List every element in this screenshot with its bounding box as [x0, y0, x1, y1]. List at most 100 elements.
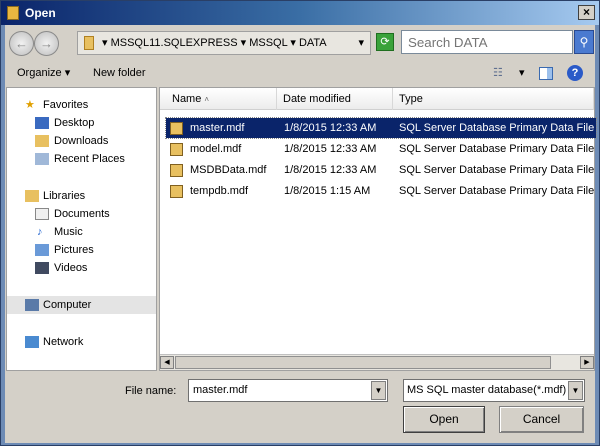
help-icon[interactable]: ? — [567, 65, 583, 81]
view-dropdown-icon[interactable]: ▾ — [519, 59, 525, 87]
close-button[interactable]: × — [578, 5, 595, 20]
database-file-icon — [170, 185, 183, 198]
column-header-type[interactable]: Type — [393, 88, 594, 110]
star-icon: ★ — [25, 99, 35, 111]
chevron-down-icon[interactable]: ▼ — [371, 381, 386, 400]
navigation-pane: ★ Favorites Desktop Downloads Recent Plac… — [6, 87, 157, 371]
scroll-right-icon[interactable]: ▶ — [580, 356, 594, 369]
sidebar-item-favorites[interactable]: ★ Favorites — [7, 96, 156, 114]
sidebar-label: Network — [43, 336, 84, 348]
sidebar-item-music[interactable]: ♪ Music — [7, 223, 156, 241]
breadcrumb-item[interactable]: MSSQL — [249, 37, 287, 49]
sidebar-label: Favorites — [43, 99, 89, 111]
videos-icon — [35, 262, 49, 274]
scroll-left-icon[interactable]: ◀ — [160, 356, 174, 369]
file-type: SQL Server Database Primary Data File — [399, 143, 595, 155]
file-row[interactable]: tempdb.mdf 1/8/2015 1:15 AM SQL Server Dat… — [166, 181, 596, 201]
file-type: SQL Server Database Primary Data File — [399, 164, 595, 176]
file-type: SQL Server Database Primary Data File — [399, 185, 595, 197]
address-dropdown-icon[interactable]: ▾ — [358, 32, 364, 54]
breadcrumb-item[interactable]: DATA — [299, 37, 327, 49]
preview-pane-icon[interactable] — [539, 67, 553, 80]
file-date: 1/8/2015 12:33 AM — [284, 143, 377, 155]
sidebar-item-network[interactable]: Network — [7, 333, 156, 351]
scrollbar-thumb[interactable] — [175, 356, 551, 369]
organize-button[interactable]: Organize ▾ — [17, 59, 70, 87]
sidebar-label: Pictures — [54, 244, 94, 256]
file-date: 1/8/2015 1:15 AM — [284, 185, 371, 197]
sidebar-label: Videos — [54, 262, 88, 274]
network-icon — [25, 336, 39, 348]
libraries-icon — [25, 190, 39, 202]
sidebar-label: Music — [54, 226, 83, 238]
open-dialog: Open × ← → ▾ MSSQL11.SQLEXPRESS ▾ MSSQL … — [0, 0, 600, 446]
file-row[interactable]: master.mdf 1/8/2015 12:33 AM SQL Server Da… — [165, 117, 597, 139]
sidebar-label: Computer — [43, 299, 92, 311]
chevron-icon: ▾ — [102, 37, 111, 49]
file-name-input[interactable]: master.mdf ▼ — [188, 379, 388, 402]
search-input[interactable] — [401, 30, 573, 54]
sidebar-item-libraries[interactable]: Libraries — [7, 187, 156, 205]
file-type: SQL Server Database Primary Data File — [399, 122, 595, 134]
documents-icon — [35, 208, 49, 220]
computer-icon — [25, 299, 39, 311]
file-name: model.mdf — [190, 143, 242, 155]
app-icon — [7, 6, 19, 20]
recent-places-icon — [35, 153, 49, 165]
open-button[interactable]: Open — [403, 406, 485, 433]
file-type-select[interactable]: MS SQL master database(*.mdf) ▼ — [403, 379, 585, 402]
breadcrumb-item[interactable]: MSSQL11.SQLEXPRESS — [111, 37, 238, 49]
sidebar-item-computer[interactable]: Computer — [7, 296, 156, 314]
chevron-icon: ▾ — [290, 37, 299, 49]
file-row[interactable]: MSDBData.mdf 1/8/2015 12:33 AM SQL Server … — [166, 160, 596, 180]
sidebar-label: Desktop — [54, 117, 95, 129]
horizontal-scrollbar[interactable]: ◀ ▶ — [160, 354, 594, 370]
downloads-icon — [35, 135, 49, 147]
file-name: master.mdf — [190, 122, 245, 134]
file-list: Name ˄ Date modified Type master.mdf 1/8/… — [159, 87, 597, 371]
sidebar-item-videos[interactable]: Videos — [7, 259, 156, 277]
sidebar-item-downloads[interactable]: Downloads — [7, 132, 156, 150]
pictures-icon — [35, 244, 49, 256]
file-date: 1/8/2015 12:33 AM — [284, 164, 377, 176]
new-folder-button[interactable]: New folder — [93, 59, 146, 87]
sort-ascending-icon: ˄ — [204, 95, 210, 104]
sidebar-label: Recent Places — [54, 153, 125, 165]
file-name-label: File name: — [125, 385, 177, 397]
sidebar-item-desktop[interactable]: Desktop — [7, 114, 156, 132]
folder-icon — [84, 36, 94, 50]
music-icon: ♪ — [37, 226, 43, 238]
sidebar-item-recent-places[interactable]: Recent Places — [7, 150, 156, 168]
file-name: MSDBData.mdf — [190, 164, 267, 176]
cancel-button[interactable]: Cancel — [499, 406, 584, 433]
file-name-value: master.mdf — [193, 384, 248, 396]
sidebar-label: Downloads — [54, 135, 109, 147]
sidebar-item-documents[interactable]: Documents — [7, 205, 156, 223]
database-file-icon — [170, 122, 183, 135]
forward-button[interactable]: → — [34, 31, 59, 56]
sidebar-label: Documents — [54, 208, 110, 220]
window-title: Open — [25, 6, 56, 20]
title-bar: Open × — [1, 1, 599, 25]
file-date: 1/8/2015 12:33 AM — [284, 122, 377, 134]
database-file-icon — [170, 143, 183, 156]
column-label: Name — [172, 93, 202, 105]
organize-label: Organize — [17, 67, 62, 79]
column-header-name[interactable]: Name ˄ — [160, 88, 277, 110]
chevron-down-icon[interactable]: ▼ — [568, 381, 583, 400]
chevron-icon: ▾ — [240, 37, 250, 49]
desktop-icon — [35, 117, 49, 129]
column-header-date[interactable]: Date modified — [277, 88, 393, 110]
sidebar-label: Libraries — [43, 190, 86, 202]
back-button[interactable]: ← — [9, 31, 34, 56]
search-icon[interactable]: ⚲ — [574, 30, 594, 54]
refresh-button[interactable]: ⟳ — [376, 33, 394, 51]
view-icon[interactable]: ☷ — [493, 59, 503, 87]
file-name: tempdb.mdf — [190, 185, 249, 197]
toolbar: Organize ▾ New folder ☷ ▾ ? — [5, 59, 595, 87]
file-row[interactable]: model.mdf 1/8/2015 12:33 AM SQL Server Dat… — [166, 139, 596, 159]
sidebar-item-pictures[interactable]: Pictures — [7, 241, 156, 259]
database-file-icon — [170, 164, 183, 177]
file-type-value: MS SQL master database(*.mdf) — [407, 384, 567, 396]
address-bar[interactable]: ▾ MSSQL11.SQLEXPRESS ▾ MSSQL ▾ DATA ▾ — [77, 31, 371, 55]
